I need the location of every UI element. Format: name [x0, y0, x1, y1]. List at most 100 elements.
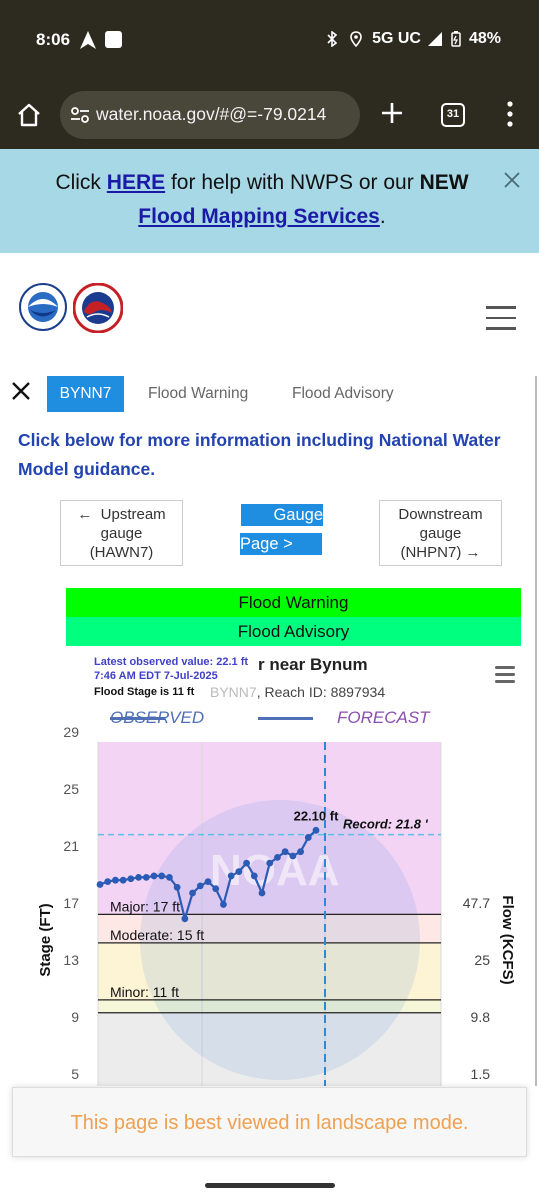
gauge-page-button-line2[interactable]: Page >	[240, 533, 322, 555]
tab-switcher-icon[interactable]: 31	[441, 103, 465, 127]
banner-line-1: Click HERE for help with NWPS or our NEW	[0, 171, 524, 195]
chart-title: r near Bynum	[258, 655, 368, 674]
upstream-gauge-word: gauge	[100, 525, 143, 542]
y-tick-label: 25	[63, 781, 79, 797]
noaa-logo[interactable]	[19, 283, 67, 331]
navigation-arrow-icon	[80, 31, 96, 49]
flood-warning-alert[interactable]: Flood Warning	[66, 588, 521, 617]
y-axis-title: Stage (FT)	[37, 903, 54, 976]
observed-point	[127, 875, 135, 883]
y2-tick-label: 25	[474, 952, 490, 968]
subtitle-gauge-id: BYNN7	[210, 684, 257, 700]
observed-point	[243, 859, 250, 867]
y2-axis-title: Flow (KCFS)	[499, 895, 516, 984]
legend-observed[interactable]: OBSERVED	[110, 708, 204, 728]
hydrograph-chart: NOAA Major: 17 ft Moderate: 15 ft Minor: 11…	[37, 724, 516, 1086]
more-options-icon[interactable]	[505, 101, 515, 127]
flood-stage-label: Flood Stage is 11 ft	[94, 686, 195, 698]
help-link[interactable]: HERE	[107, 171, 165, 194]
flood-mapping-link[interactable]: Flood Mapping Services	[138, 205, 380, 228]
banner-line-2: Flood Mapping Services.	[0, 205, 524, 229]
legend-observed-line-right	[258, 717, 313, 720]
observed-point	[281, 848, 289, 856]
gesture-bar[interactable]	[205, 1183, 335, 1188]
threshold-label-moderate: Moderate: 15 ft	[110, 927, 204, 943]
left-arrow-icon: ←	[77, 506, 93, 523]
observed-point	[266, 859, 274, 867]
observed-point	[297, 848, 304, 856]
gauge-page-button[interactable]: Gauge	[241, 504, 323, 526]
observed-point	[274, 854, 281, 861]
chart-menu-icon[interactable]	[495, 666, 515, 684]
observed-point	[250, 872, 258, 880]
observed-point	[166, 873, 173, 881]
downstream-gauge-button[interactable]: Downstream gauge (NHPN7) →	[379, 500, 502, 566]
tab-flood-advisory[interactable]: Flood Advisory	[292, 376, 394, 412]
y-tick-label: 17	[63, 895, 79, 911]
observed-point	[173, 883, 181, 891]
legend-forecast[interactable]: FORECAST	[337, 708, 430, 728]
battery-icon	[451, 31, 461, 47]
flood-advisory-alert[interactable]: Flood Advisory	[66, 617, 521, 646]
record-label: Record: 21.8 '	[343, 817, 429, 832]
url-text[interactable]: water.noaa.gov/#@=-79.0214	[96, 104, 358, 125]
new-tab-icon[interactable]	[380, 101, 404, 125]
tab-gauge[interactable]: BYNN7	[47, 376, 124, 412]
downstream-gauge-word: gauge	[419, 525, 462, 542]
observed-point	[112, 876, 119, 884]
observed-point	[119, 876, 127, 884]
y2-tick-label: 1.5	[471, 1066, 491, 1082]
address-bar[interactable]: water.noaa.gov/#@=-79.0214	[60, 91, 360, 139]
observed-point	[181, 915, 189, 923]
tab-flood-warning[interactable]: Flood Warning	[148, 376, 248, 412]
observed-point	[189, 889, 196, 897]
observed-point	[312, 826, 320, 834]
y2-tick-label: 9.8	[471, 1009, 491, 1025]
browser-toolbar: water.noaa.gov/#@=-79.0214 31	[0, 82, 539, 149]
observed-point	[135, 873, 142, 881]
hamburger-menu-icon[interactable]	[486, 306, 516, 330]
right-arrow-icon: →	[465, 544, 481, 561]
location-icon	[350, 31, 362, 47]
latest-observation: Latest observed value: 22.1 ft 7:46 AM E…	[94, 655, 248, 683]
observed-point	[96, 881, 104, 888]
observed-point	[204, 878, 212, 886]
home-icon[interactable]	[16, 102, 42, 128]
landscape-notice: This page is best viewed in landscape mo…	[12, 1087, 527, 1157]
latest-time: 7:46 AM EDT 7-Jul-2025	[94, 670, 218, 682]
banner-text: Click	[55, 171, 107, 194]
banner-text: for help with NWPS or our	[165, 171, 420, 194]
y-tick-label: 29	[63, 724, 79, 740]
y-tick-label: 21	[63, 838, 79, 854]
upstream-label: Upstream	[100, 506, 166, 523]
threshold-label-minor: Minor: 11 ft	[110, 984, 179, 1000]
peak-value-label: 22.10 ft	[294, 808, 339, 823]
observed-point	[158, 872, 166, 880]
battery-label: 48%	[468, 30, 501, 47]
banner-period: .	[379, 205, 386, 228]
observed-point	[220, 901, 227, 908]
observed-point	[150, 872, 158, 880]
subtitle-reach: , Reach ID: 8897934	[256, 684, 386, 700]
observed-point	[235, 868, 243, 876]
observed-point	[289, 852, 297, 860]
observed-point	[212, 885, 220, 893]
close-icon[interactable]	[503, 171, 521, 189]
observed-point	[258, 889, 266, 897]
y-tick-label: 13	[63, 952, 79, 968]
close-panel-icon[interactable]	[11, 381, 31, 401]
observed-point	[104, 878, 112, 886]
observed-point	[142, 873, 150, 881]
latest-value: Latest observed value: 22.1 ft	[94, 656, 249, 668]
upstream-gauge-button[interactable]: ← Upstream gauge (HAWN7)	[60, 500, 183, 566]
info-text: Click below for more information includi…	[18, 430, 501, 479]
network-label: 5G UC	[372, 30, 421, 47]
y-tick-label: 5	[71, 1066, 79, 1082]
status-right: 5G UC 48%	[324, 30, 501, 48]
upstream-gauge-id: (HAWN7)	[89, 544, 154, 561]
y-tick-label: 9	[71, 1009, 79, 1025]
site-settings-icon[interactable]	[70, 105, 90, 125]
help-banner: Click HERE for help with NWPS or our NEW…	[0, 149, 539, 253]
nws-logo[interactable]	[73, 283, 123, 333]
y2-tick-label: 47.7	[463, 895, 490, 911]
